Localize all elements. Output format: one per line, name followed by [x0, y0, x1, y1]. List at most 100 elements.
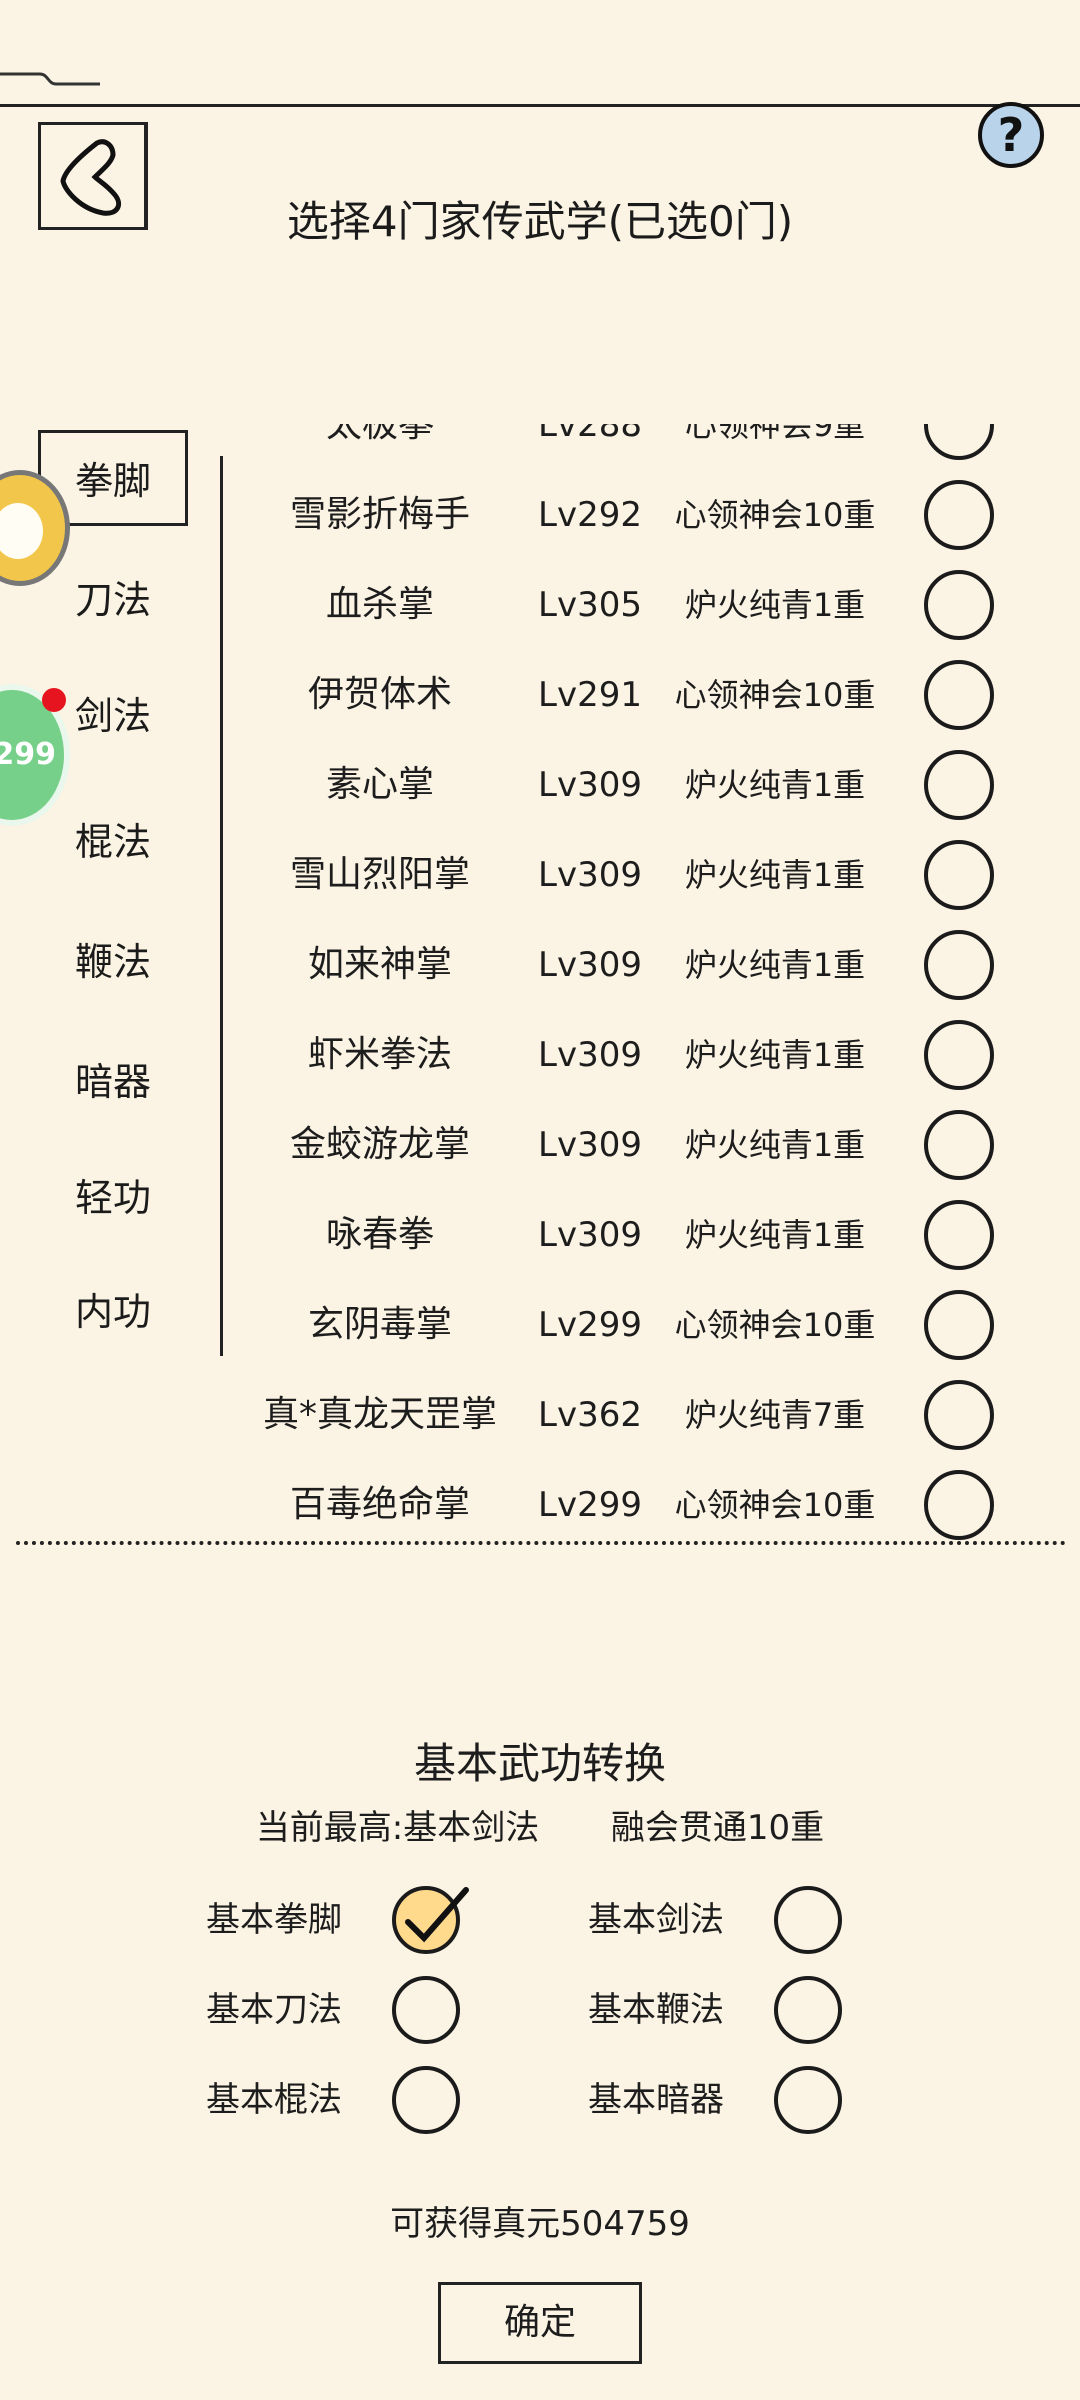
skill-select-radio[interactable] — [924, 1200, 994, 1270]
notification-dot — [42, 688, 66, 712]
skill-realm: 心领神会10重 — [674, 1486, 876, 1524]
conversion-title: 基本武功转换 — [413, 1739, 666, 1788]
skill-level: Lv292 — [538, 495, 642, 535]
skill-realm: 心领神会9重 — [684, 424, 866, 444]
conversion-option-quanjiao[interactable]: 基本拳脚 — [206, 1882, 469, 1958]
tab-anqi[interactable]: 暗器 — [38, 1034, 188, 1130]
list-bottom-divider — [16, 1541, 1066, 1545]
skill-realm: 心领神会10重 — [674, 496, 876, 534]
skill-level: Lv309 — [538, 945, 642, 985]
skill-list[interactable]: 太极拳 Lv288 心领神会9重 雪影折梅手 Lv292 心领神会10重 血杀掌… — [230, 424, 1050, 1542]
skill-name: 真*真龙天罡掌 — [262, 1394, 497, 1435]
skill-level: Lv299 — [538, 1305, 642, 1345]
confirm-button[interactable]: 确定 — [438, 2282, 642, 2364]
skill-name: 咏春拳 — [325, 1214, 434, 1255]
skill-realm: 炉火纯青1重 — [684, 1036, 866, 1074]
conversion-option-jianfa[interactable]: 基本剑法 — [588, 1882, 848, 1958]
skill-realm: 心领神会10重 — [674, 1306, 876, 1344]
option-checkbox[interactable] — [774, 1886, 842, 1954]
skill-select-radio[interactable] — [924, 930, 994, 1000]
skill-name: 血杀掌 — [325, 584, 434, 625]
conversion-current-info: 当前最高:基本剑法 融会贯通10重 — [0, 1800, 1080, 1849]
skill-row[interactable]: 太极拳 Lv288 心领神会9重 — [230, 424, 1050, 470]
skill-level: Lv288 — [538, 424, 642, 445]
skill-select-radio[interactable] — [924, 424, 994, 460]
skill-name: 玄阴毒掌 — [307, 1304, 452, 1345]
skill-row[interactable]: 百毒绝命掌 Lv299 心领神会10重 — [230, 1460, 1050, 1542]
skill-level: Lv362 — [538, 1395, 642, 1435]
skill-row[interactable]: 血杀掌 Lv305 炉火纯青1重 — [230, 560, 1050, 650]
tab-gunfa[interactable]: 棍法 — [38, 794, 188, 890]
option-label: 基本暗器 — [588, 2080, 724, 2120]
tab-daofa[interactable]: 刀法 — [38, 552, 188, 648]
tab-divider — [220, 456, 223, 1356]
skill-select-radio[interactable] — [924, 1470, 994, 1540]
skill-row[interactable]: 咏春拳 Lv309 炉火纯青1重 — [230, 1190, 1050, 1280]
conversion-option-daofa[interactable]: 基本刀法 — [206, 1972, 466, 2048]
skill-level: Lv291 — [538, 675, 642, 715]
skill-row[interactable]: 素心掌 Lv309 炉火纯青1重 — [230, 740, 1050, 830]
skill-row[interactable]: 雪山烈阳掌 Lv309 炉火纯青1重 — [230, 830, 1050, 920]
option-label: 基本拳脚 — [206, 1900, 342, 1940]
skill-realm: 炉火纯青1重 — [684, 1126, 866, 1164]
skill-level: Lv309 — [538, 1215, 642, 1255]
conversion-option-bianfa[interactable]: 基本鞭法 — [588, 1972, 848, 2048]
conversion-option-anqi[interactable]: 基本暗器 — [588, 2062, 848, 2138]
skill-name: 如来神掌 — [307, 944, 452, 985]
skill-select-radio[interactable] — [924, 1290, 994, 1360]
skill-realm: 炉火纯青1重 — [684, 766, 866, 804]
option-checkbox[interactable] — [392, 1976, 460, 2044]
skill-select-radio[interactable] — [924, 1380, 994, 1450]
skill-select-radio[interactable] — [924, 1020, 994, 1090]
option-label: 基本剑法 — [588, 1900, 724, 1940]
skill-select-radio[interactable] — [924, 840, 994, 910]
option-checkbox[interactable] — [392, 2066, 460, 2134]
skill-row[interactable]: 真*真龙天罡掌 Lv362 炉火纯青7重 — [230, 1370, 1050, 1460]
help-button[interactable]: ? — [978, 102, 1044, 168]
skill-name: 素心掌 — [325, 764, 434, 805]
skill-row[interactable]: 玄阴毒掌 Lv299 心领神会10重 — [230, 1280, 1050, 1370]
skill-select-radio[interactable] — [924, 480, 994, 550]
skill-name: 虾米拳法 — [307, 1034, 452, 1075]
skill-realm: 炉火纯青1重 — [684, 946, 866, 984]
top-scribble-decoration — [0, 72, 100, 86]
skill-level: Lv309 — [538, 1035, 642, 1075]
skill-name: 雪影折梅手 — [289, 494, 470, 535]
tab-neigong[interactable]: 内功 — [38, 1264, 188, 1360]
skill-level: Lv309 — [538, 855, 642, 895]
header-divider — [0, 104, 1080, 107]
skill-select-radio[interactable] — [924, 660, 994, 730]
skill-level: Lv299 — [538, 1485, 642, 1525]
current-highest-label: 当前最高:基本剑法 — [255, 1808, 540, 1848]
skill-select-radio[interactable] — [924, 570, 994, 640]
skill-row[interactable]: 伊贺体术 Lv291 心领神会10重 — [230, 650, 1050, 740]
tab-bianfa[interactable]: 鞭法 — [38, 914, 188, 1010]
option-label: 基本鞭法 — [588, 1990, 724, 2030]
skill-name: 太极拳 — [325, 424, 434, 445]
skill-level: Lv309 — [538, 1125, 642, 1165]
skill-realm: 炉火纯青1重 — [684, 586, 866, 624]
skill-row[interactable]: 雪影折梅手 Lv292 心领神会10重 — [230, 470, 1050, 560]
gain-text: 可获得真元504759 — [390, 2204, 690, 2244]
checkmark-icon — [405, 1887, 469, 1943]
option-checkbox[interactable] — [392, 1886, 469, 1954]
option-checkbox[interactable] — [774, 1976, 842, 2044]
option-checkbox[interactable] — [774, 2066, 842, 2134]
skill-realm: 炉火纯青7重 — [684, 1396, 866, 1434]
skill-row[interactable]: 如来神掌 Lv309 炉火纯青1重 — [230, 920, 1050, 1010]
current-highest-realm: 融会贯通10重 — [610, 1808, 825, 1848]
skill-level: Lv309 — [538, 765, 642, 805]
skill-select-radio[interactable] — [924, 750, 994, 820]
option-label: 基本刀法 — [206, 1990, 342, 2030]
option-label: 基本棍法 — [206, 2080, 342, 2120]
conversion-option-gunfa[interactable]: 基本棍法 — [206, 2062, 466, 2138]
skill-row[interactable]: 虾米拳法 Lv309 炉火纯青1重 — [230, 1010, 1050, 1100]
tab-qinggong[interactable]: 轻功 — [38, 1150, 188, 1246]
skill-row[interactable]: 金蛟游龙掌 Lv309 炉火纯青1重 — [230, 1100, 1050, 1190]
skill-name: 雪山烈阳掌 — [289, 854, 470, 895]
skill-name: 伊贺体术 — [307, 674, 452, 715]
skill-level: Lv305 — [538, 585, 642, 625]
skill-select-radio[interactable] — [924, 1110, 994, 1180]
skill-realm: 炉火纯青1重 — [684, 856, 866, 894]
skill-name: 金蛟游龙掌 — [289, 1124, 470, 1165]
